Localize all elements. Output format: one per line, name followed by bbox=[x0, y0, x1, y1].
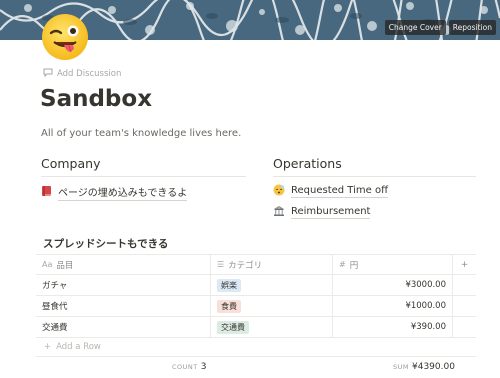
red-book-icon bbox=[41, 185, 52, 200]
cell-category[interactable]: 交通費 bbox=[211, 317, 333, 337]
column-header-amount[interactable]: # 円 bbox=[333, 255, 453, 274]
add-row-button[interactable]: + Add a Row bbox=[36, 338, 476, 357]
cell-item[interactable]: 交通費 bbox=[36, 317, 211, 337]
page-title[interactable]: Sandbox bbox=[40, 86, 152, 112]
cell-amount[interactable]: ¥1000.00 bbox=[333, 296, 453, 316]
bank-icon bbox=[273, 205, 285, 220]
plus-icon: + bbox=[44, 342, 52, 352]
category-tag: 交通費 bbox=[217, 320, 249, 334]
operations-heading[interactable]: Operations bbox=[273, 156, 342, 171]
column-label-amount: 円 bbox=[349, 260, 359, 271]
cell-empty bbox=[453, 275, 476, 295]
table-row[interactable]: ガチャ 娯楽 ¥3000.00 bbox=[36, 275, 476, 296]
company-heading[interactable]: Company bbox=[41, 156, 100, 171]
count-value: 3 bbox=[200, 362, 207, 372]
text-type-icon: Aa bbox=[42, 260, 53, 269]
table-header-row: Aa 品目 ☰ カテゴリ # 円 + bbox=[36, 254, 476, 275]
comment-icon bbox=[43, 68, 53, 80]
cell-category[interactable]: 娯楽 bbox=[211, 275, 333, 295]
cell-empty bbox=[453, 317, 476, 337]
count-label: COUNT bbox=[172, 363, 198, 371]
list-icon: ☰ bbox=[217, 260, 225, 269]
company-link-item[interactable]: ページの埋め込みもできるよ bbox=[41, 184, 188, 201]
cell-amount[interactable]: ¥390.00 bbox=[333, 317, 453, 337]
company-divider bbox=[41, 176, 246, 177]
add-discussion-button[interactable]: Add Discussion bbox=[43, 68, 121, 80]
sum-value: ¥4390.00 bbox=[412, 362, 455, 372]
cell-category[interactable]: 食費 bbox=[211, 296, 333, 316]
reimbursement-label: Reimbursement bbox=[291, 206, 371, 219]
spreadsheet-table: Aa 品目 ☰ カテゴリ # 円 + ガチャ 娯楽 ¥3000.00 昼食代 食… bbox=[36, 254, 476, 357]
category-tag: 娯楽 bbox=[217, 278, 241, 292]
operations-link-time-off[interactable]: Requested Time off bbox=[273, 184, 388, 199]
sleeping-face-icon bbox=[273, 184, 285, 199]
sum-aggregate[interactable]: SUM ¥4390.00 bbox=[393, 362, 455, 372]
category-tag: 食費 bbox=[217, 299, 241, 313]
column-label-category: カテゴリ bbox=[228, 260, 263, 271]
column-header-item[interactable]: Aa 品目 bbox=[36, 255, 211, 274]
cell-empty bbox=[453, 296, 476, 316]
winking-face-with-tongue-icon[interactable] bbox=[40, 12, 90, 62]
cell-item[interactable]: ガチャ bbox=[36, 275, 211, 295]
sum-label: SUM bbox=[393, 363, 409, 371]
count-aggregate[interactable]: COUNT 3 bbox=[172, 362, 206, 372]
cell-item[interactable]: 昼食代 bbox=[36, 296, 211, 316]
column-label-item: 品目 bbox=[56, 260, 74, 271]
number-type-icon: # bbox=[339, 260, 346, 269]
cell-amount[interactable]: ¥3000.00 bbox=[333, 275, 453, 295]
add-row-label: Add a Row bbox=[56, 342, 101, 352]
table-title[interactable]: スプレッドシートもできる bbox=[43, 236, 168, 251]
page-description[interactable]: All of your team's knowledge lives here. bbox=[41, 128, 241, 139]
add-column-button[interactable]: + bbox=[453, 255, 476, 274]
column-header-category[interactable]: ☰ カテゴリ bbox=[211, 255, 333, 274]
time-off-label: Requested Time off bbox=[291, 185, 388, 198]
company-link-label: ページの埋め込みもできるよ bbox=[58, 184, 188, 201]
operations-divider bbox=[273, 176, 476, 177]
reposition-button[interactable]: Reposition bbox=[448, 20, 496, 35]
table-row[interactable]: 交通費 交通費 ¥390.00 bbox=[36, 317, 476, 338]
table-row[interactable]: 昼食代 食費 ¥1000.00 bbox=[36, 296, 476, 317]
change-cover-button[interactable]: Change Cover bbox=[384, 20, 446, 35]
operations-link-reimbursement[interactable]: Reimbursement bbox=[273, 205, 371, 220]
add-discussion-label: Add Discussion bbox=[57, 69, 122, 79]
